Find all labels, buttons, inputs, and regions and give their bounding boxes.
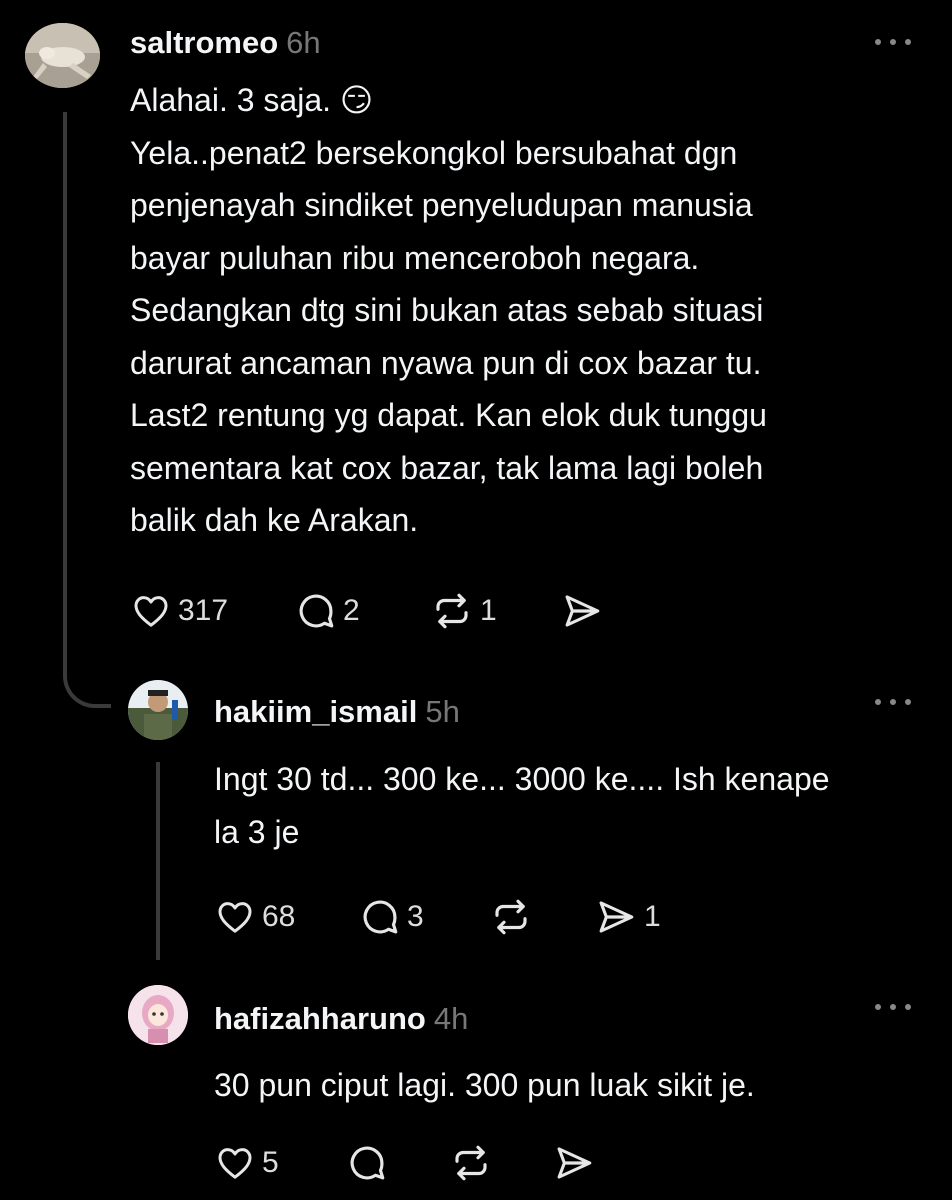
- action-bar: 5: [214, 1142, 602, 1184]
- timestamp: 5h: [425, 694, 460, 729]
- avatar-image: [128, 680, 188, 740]
- repost-button[interactable]: [449, 1142, 552, 1184]
- text-line: penjenayah sindiket penyeludupan manusia: [130, 187, 753, 223]
- text-line: sementara kat cox bazar, tak lama lagi b…: [130, 449, 764, 486]
- thread-line-reply: [156, 762, 160, 960]
- reply-button[interactable]: 3: [359, 896, 489, 938]
- like-count: 5: [262, 1146, 279, 1179]
- comment-text: 30 pun ciput lagi. 300 pun luak sikit je…: [214, 1059, 755, 1112]
- like-button[interactable]: 68: [214, 897, 359, 937]
- username[interactable]: hakiim_ismail 5h: [214, 694, 460, 730]
- text-line: Sedangkan dtg sini bukan atas sebab situ…: [130, 292, 764, 328]
- repost-count: 1: [480, 594, 497, 627]
- heart-icon: [218, 1148, 252, 1179]
- avatar-image: [25, 23, 100, 88]
- reply-button[interactable]: [346, 1142, 449, 1184]
- share-button[interactable]: [560, 590, 610, 632]
- more-icon[interactable]: [875, 37, 911, 47]
- username[interactable]: saltromeo 6h: [130, 25, 321, 61]
- action-bar: 317 2 1: [130, 590, 610, 632]
- share-icon: [557, 1147, 592, 1179]
- text-line: Alahai. 3 saja. 😏: [130, 82, 374, 118]
- username[interactable]: hafizahharuno 4h: [214, 1001, 468, 1037]
- avatar[interactable]: [128, 985, 188, 1045]
- text-line: Last2 rentung yg dapat. Kan elok duk tun…: [130, 397, 767, 433]
- avatar-image: [128, 985, 188, 1045]
- heart-icon: [218, 902, 252, 933]
- text-line: balik dah ke Arakan.: [130, 502, 419, 538]
- text-line: la 3 je: [214, 813, 300, 850]
- more-icon[interactable]: [875, 1002, 911, 1012]
- share-button[interactable]: 1: [594, 896, 661, 938]
- comment-text: Ingt 30 td... 300 ke... 3000 ke.... Ish …: [214, 753, 830, 858]
- comment-icon: [299, 594, 334, 628]
- comment-icon: [350, 1146, 385, 1180]
- share-icon: [565, 595, 600, 627]
- share-icon: [599, 901, 634, 933]
- text-line: bayar puluhan ribu menceroboh negara.: [130, 239, 700, 276]
- action-bar: 68 3 1: [214, 896, 661, 938]
- repost-button[interactable]: [489, 896, 594, 938]
- heart-icon: [134, 596, 168, 627]
- like-count: 317: [178, 594, 229, 627]
- repost-icon: [455, 1145, 487, 1181]
- text-line: Yela..penat2 bersekongkol bersubahat dgn: [130, 134, 738, 171]
- thread-line-curve: [63, 660, 111, 708]
- like-count: 68: [262, 900, 296, 933]
- text-line: 30 pun ciput lagi. 300 pun luak sikit je…: [214, 1067, 755, 1103]
- repost-icon: [495, 899, 527, 935]
- thread-line-main: [63, 112, 67, 674]
- share-count: 1: [644, 900, 661, 933]
- reply-button[interactable]: 2: [295, 590, 430, 632]
- share-button[interactable]: [552, 1142, 602, 1184]
- avatar[interactable]: [128, 680, 188, 740]
- comment-icon: [363, 900, 398, 934]
- like-button[interactable]: 317: [130, 591, 295, 631]
- like-button[interactable]: 5: [214, 1143, 346, 1183]
- timestamp: 4h: [433, 1001, 469, 1036]
- reply-count: 3: [407, 900, 424, 933]
- more-icon[interactable]: [875, 697, 911, 707]
- repost-button[interactable]: 1: [430, 590, 560, 632]
- comment-text: Alahai. 3 saja. 😏 Yela..penat2 bersekong…: [130, 74, 767, 547]
- repost-icon: [436, 593, 468, 629]
- avatar[interactable]: [25, 23, 100, 88]
- timestamp: 6h: [286, 25, 321, 60]
- reply-count: 2: [343, 594, 360, 627]
- text-line: Ingt 30 td... 300 ke... 3000 ke.... Ish …: [214, 761, 830, 797]
- text-line: darurat ancaman nyawa pun di cox bazar t…: [130, 344, 762, 381]
